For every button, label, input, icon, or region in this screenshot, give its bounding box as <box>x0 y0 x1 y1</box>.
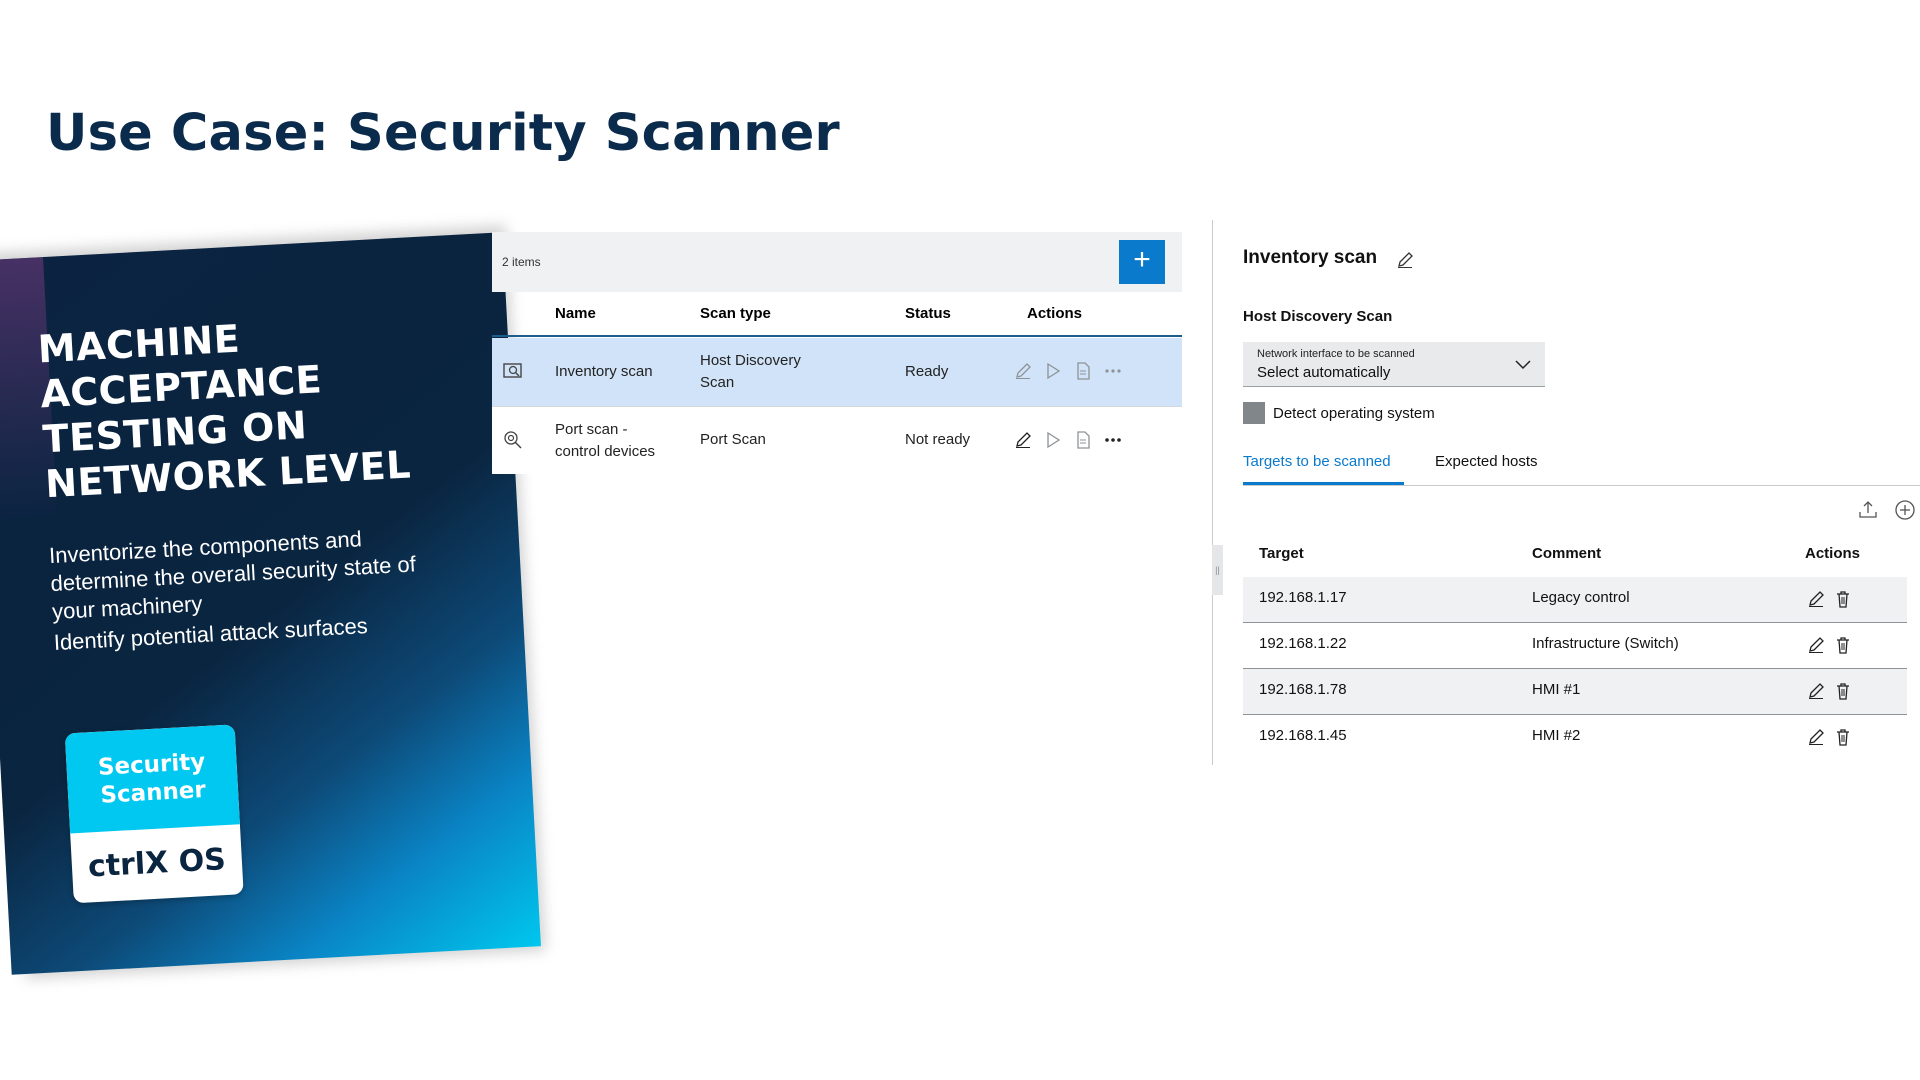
target-ip: 192.168.1.22 <box>1259 635 1347 652</box>
delete-icon[interactable] <box>1832 634 1854 656</box>
detail-title: Inventory scan <box>1243 247 1378 268</box>
table-row[interactable]: 192.168.1.45 HMI #2 <box>1243 715 1907 761</box>
column-header-status[interactable]: Status <box>905 305 951 322</box>
edit-icon[interactable] <box>1805 726 1827 748</box>
report-icon[interactable] <box>1072 360 1094 382</box>
edit-title-icon[interactable] <box>1394 249 1416 271</box>
delete-icon[interactable] <box>1832 588 1854 610</box>
upload-icon[interactable] <box>1856 498 1880 522</box>
inventory-scan-icon <box>503 363 522 378</box>
table-row[interactable]: 192.168.1.22 Infrastructure (Switch) <box>1243 623 1907 669</box>
delete-icon[interactable] <box>1832 680 1854 702</box>
edit-icon[interactable] <box>1805 634 1827 656</box>
row-actions <box>1012 429 1124 451</box>
more-icon[interactable] <box>1102 360 1124 382</box>
tab-expected-hosts[interactable]: Expected hosts <box>1435 453 1538 470</box>
edit-icon[interactable] <box>1805 680 1827 702</box>
table-row[interactable]: 192.168.1.17 Legacy control <box>1243 577 1907 623</box>
scan-type: Host Discovery Scan <box>700 350 801 394</box>
play-icon[interactable] <box>1042 429 1064 451</box>
targets-table-header: Target Comment Actions <box>1243 537 1907 577</box>
select-value: Select automatically <box>1257 364 1391 381</box>
add-scan-button[interactable]: + <box>1119 240 1165 284</box>
panel-divider <box>1212 220 1213 765</box>
target-ip: 192.168.1.17 <box>1259 589 1347 606</box>
scan-status: Not ready <box>905 431 971 448</box>
app-tile: Security Scanner ctrlX OS <box>64 724 244 904</box>
brochure-headline: MACHINE ACCEPTANCE TESTING ON NETWORK LE… <box>37 305 466 507</box>
target-ip: 192.168.1.78 <box>1259 681 1347 698</box>
edit-icon[interactable] <box>1012 429 1034 451</box>
page-title: Use Case: Security Scanner <box>46 104 840 163</box>
items-count: 2 items <box>502 255 541 269</box>
column-header-comment[interactable]: Comment <box>1532 545 1601 562</box>
scan-status: Ready <box>905 363 949 380</box>
table-row[interactable]: 192.168.1.78 HMI #1 <box>1243 669 1907 715</box>
detect-os-label: Detect operating system <box>1273 405 1435 422</box>
tab-divider <box>1243 485 1920 486</box>
tab-targets-to-be-scanned[interactable]: Targets to be scanned <box>1243 453 1391 470</box>
target-comment: Infrastructure (Switch) <box>1532 635 1679 652</box>
more-icon[interactable] <box>1102 429 1124 451</box>
scan-name: Port scan - control devices <box>555 419 655 463</box>
app-tile-name: Security Scanner <box>64 724 240 834</box>
network-interface-select[interactable]: Network interface to be scanned Select a… <box>1243 342 1545 387</box>
detail-subtitle: Host Discovery Scan <box>1243 308 1393 325</box>
column-header-actions: Actions <box>1027 305 1083 322</box>
scan-row-inventory[interactable]: Inventory scan Host Discovery Scan Ready <box>492 338 1182 406</box>
scan-name-line: Port scan - <box>555 421 628 438</box>
row-actions <box>1012 360 1124 382</box>
add-target-icon[interactable] <box>1893 498 1917 522</box>
play-icon[interactable] <box>1042 360 1064 382</box>
port-scan-icon <box>504 431 522 449</box>
chevron-down-icon <box>1515 360 1531 370</box>
scan-name: Inventory scan <box>555 363 653 380</box>
target-comment: HMI #1 <box>1532 681 1581 698</box>
column-header-actions: Actions <box>1805 545 1861 562</box>
brochure-card: MACHINE ACCEPTANCE TESTING ON NETWORK LE… <box>0 232 541 975</box>
report-icon[interactable] <box>1072 429 1094 451</box>
column-header-scan-type[interactable]: Scan type <box>700 305 771 322</box>
column-header-target[interactable]: Target <box>1259 545 1304 562</box>
scan-type: Port Scan <box>700 431 766 448</box>
scan-row-port[interactable]: Port scan - control devices Port Scan No… <box>492 406 1182 474</box>
scan-type-line: Host Discovery <box>700 352 801 369</box>
target-ip: 192.168.1.45 <box>1259 727 1347 744</box>
scan-name-line: control devices <box>555 443 656 460</box>
scan-list-header: Name Scan type Status Actions <box>492 292 1182 337</box>
split-handle[interactable]: || <box>1212 545 1223 595</box>
target-comment: Legacy control <box>1532 589 1630 606</box>
target-comment: HMI #2 <box>1532 727 1581 744</box>
edit-icon[interactable] <box>1805 588 1827 610</box>
scan-list-toolbar: 2 items + <box>492 232 1182 292</box>
detect-os-checkbox[interactable] <box>1243 402 1265 424</box>
delete-icon[interactable] <box>1832 726 1854 748</box>
edit-icon[interactable] <box>1012 360 1034 382</box>
select-label: Network interface to be scanned <box>1257 348 1415 360</box>
scan-type-line: Scan <box>700 374 735 391</box>
app-tile-brand: ctrlX OS <box>87 842 227 885</box>
column-header-name[interactable]: Name <box>555 305 596 322</box>
